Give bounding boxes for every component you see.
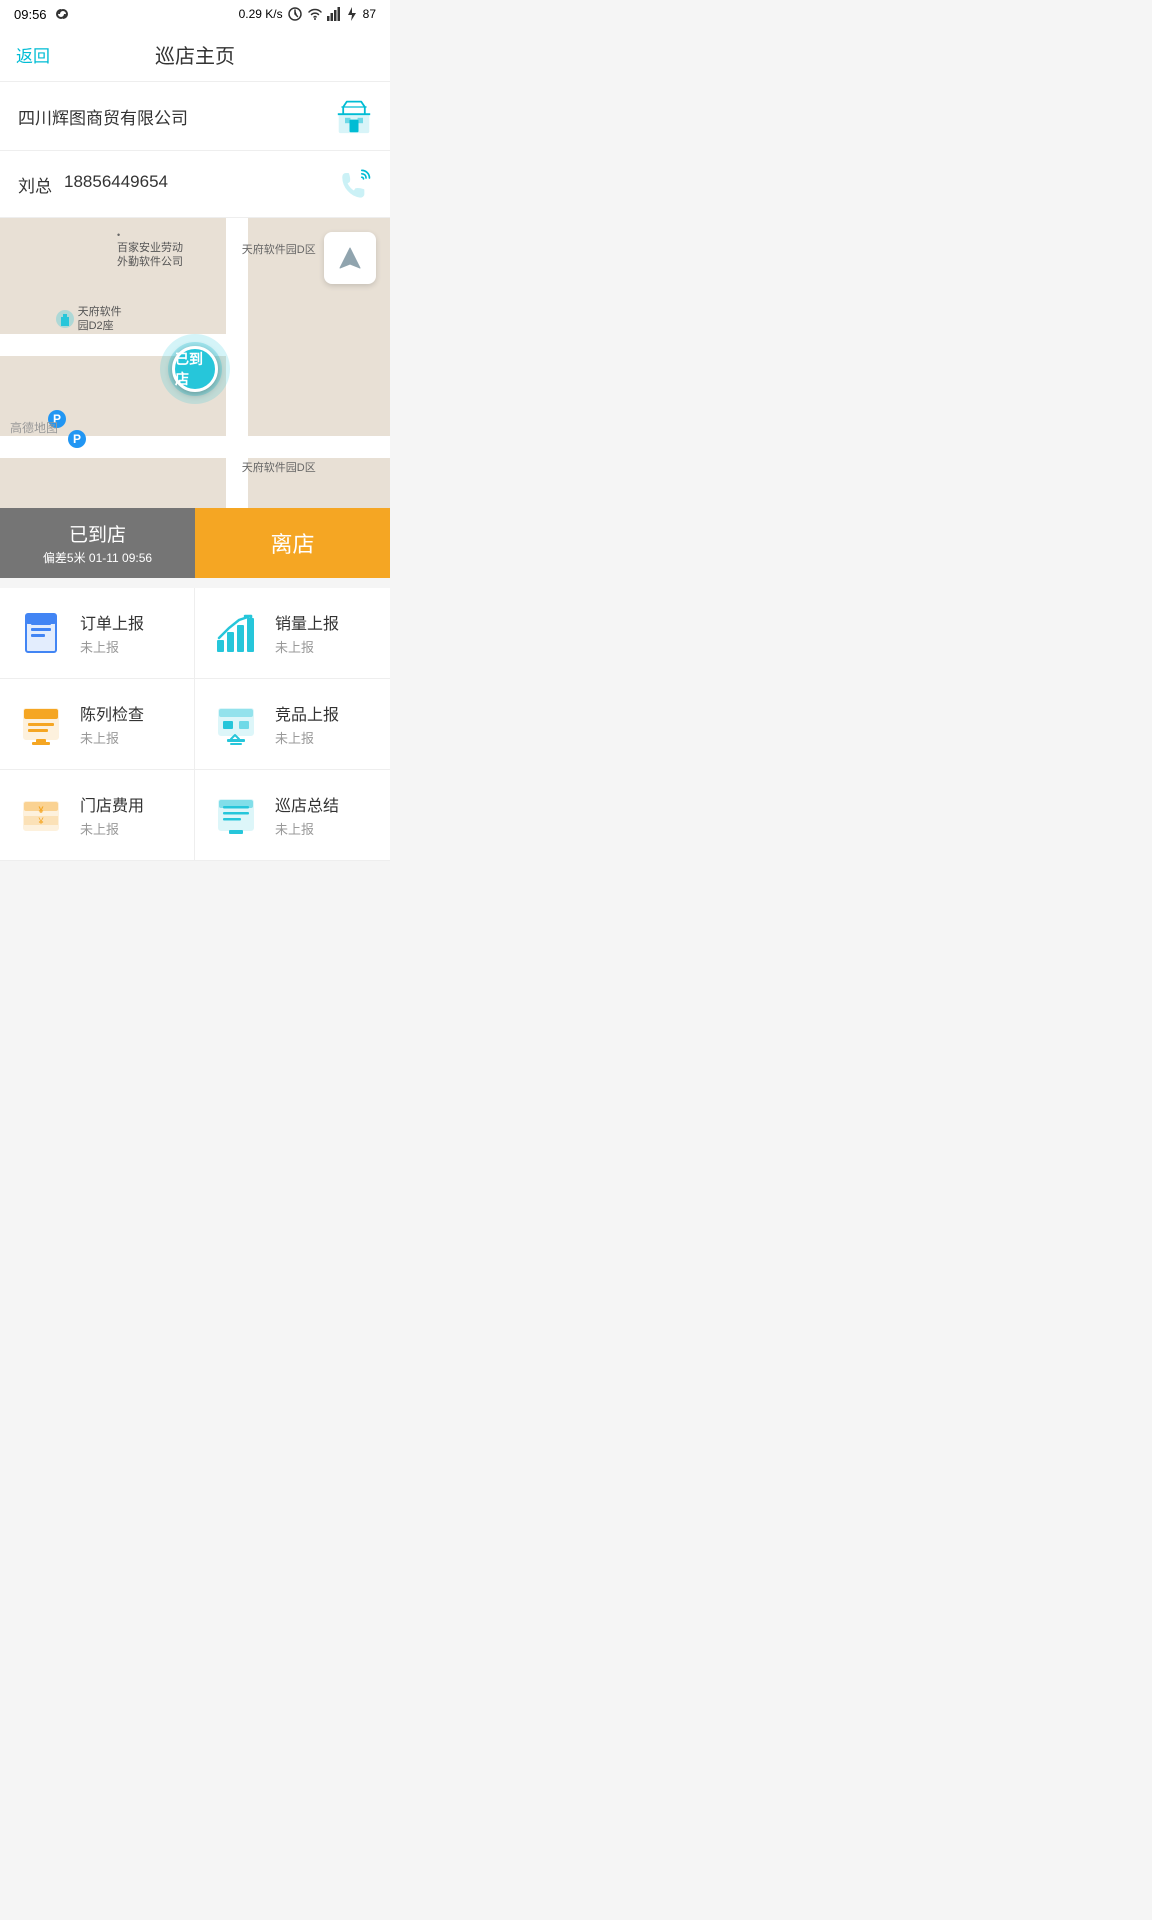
- competitor-status: 未上报: [275, 728, 339, 747]
- summary-text: 巡店总结 未上报: [275, 792, 339, 838]
- contact-info: 刘总 18856449654: [18, 172, 168, 197]
- status-left: 09:56: [14, 7, 72, 22]
- map-poi-waiqin: 百家安业劳动外勤软件公司: [117, 241, 183, 270]
- action-row: 已到店 偏差5米 01-11 09:56 离店: [0, 508, 390, 578]
- contact-section: 刘总 18856449654: [0, 151, 390, 218]
- order-text: 订单上报 未上报: [80, 610, 144, 656]
- svg-text:¥: ¥: [37, 816, 44, 826]
- func-item-cost[interactable]: ¥ ¥ 门店费用 未上报: [0, 770, 195, 861]
- location-marker: 已到店: [160, 334, 230, 404]
- func-item-sales[interactable]: 销量上报 未上报: [195, 588, 390, 679]
- back-button[interactable]: 返回: [16, 42, 50, 67]
- display-status: 未上报: [80, 728, 144, 747]
- summary-status: 未上报: [275, 819, 339, 838]
- sales-status: 未上报: [275, 637, 339, 656]
- speed: 0.29 K/s: [239, 7, 283, 21]
- summary-icon: [213, 792, 259, 838]
- page-title: 巡店主页: [155, 40, 235, 69]
- map-label-tianfu-d: 天府软件园D区: [242, 241, 316, 257]
- company-name: 四川辉图商贸有限公司: [18, 104, 188, 129]
- cost-icon: ¥ ¥: [18, 792, 64, 838]
- order-icon: [18, 610, 64, 656]
- func-item-summary[interactable]: 巡店总结 未上报: [195, 770, 390, 861]
- battery: 87: [363, 7, 376, 21]
- clock-icon: [287, 6, 303, 22]
- time: 09:56: [14, 7, 47, 22]
- competitor-text: 竞品上报 未上报: [275, 701, 339, 747]
- map-background: 天府软件园D区 天府软件园D区 天府软件园D2座 百家安业劳动外勤软件公司 • …: [0, 218, 390, 508]
- status-right: 0.29 K/s 87: [239, 6, 376, 22]
- sales-text: 销量上报 未上报: [275, 610, 339, 656]
- store-icon: [336, 98, 372, 134]
- func-item-competitor[interactable]: 竞品上报 未上报: [195, 679, 390, 770]
- svg-text:¥: ¥: [38, 805, 43, 815]
- display-text: 陈列检查 未上报: [80, 701, 144, 747]
- phone-icon[interactable]: [338, 167, 372, 201]
- road-horizontal: [0, 436, 390, 458]
- top-nav: 返回 巡店主页: [0, 28, 390, 82]
- map-container: 天府软件园D区 天府软件园D区 天府软件园D2座 百家安业劳动外勤软件公司 • …: [0, 218, 390, 508]
- status-bar: 09:56 0.29 K/s 87: [0, 0, 390, 28]
- cost-status: 未上报: [80, 819, 144, 838]
- map-dot: •: [117, 230, 120, 240]
- display-name: 陈列检查: [80, 701, 144, 725]
- company-section: 四川辉图商贸有限公司: [0, 82, 390, 151]
- leave-button[interactable]: 离店: [195, 508, 390, 578]
- signal-icon: [327, 6, 341, 22]
- function-grid: 订单上报 未上报 销量上报 未上报: [0, 588, 390, 861]
- arrived-sub-text: 偏差5米 01-11 09:56: [43, 549, 152, 566]
- marker-arrived: 已到店: [172, 346, 218, 392]
- map-poi-d2: 天府软件园D2座: [55, 305, 122, 334]
- infinity-icon: [52, 7, 72, 21]
- summary-name: 巡店总结: [275, 792, 339, 816]
- arrived-button[interactable]: 已到店 偏差5米 01-11 09:56: [0, 508, 195, 578]
- competitor-name: 竞品上报: [275, 701, 339, 725]
- parking-sign-2: P: [68, 430, 86, 448]
- sales-icon: [213, 610, 259, 656]
- cost-name: 门店费用: [80, 792, 144, 816]
- func-item-display[interactable]: 陈列检查 未上报: [0, 679, 195, 770]
- building-icon: [55, 309, 75, 329]
- navigation-icon: [336, 244, 364, 272]
- wifi-icon: [307, 6, 323, 22]
- navigate-button[interactable]: [324, 232, 376, 284]
- competitor-icon: [213, 701, 259, 747]
- contact-person: 刘总: [18, 172, 52, 197]
- cost-text: 门店费用 未上报: [80, 792, 144, 838]
- display-icon: [18, 701, 64, 747]
- order-status: 未上报: [80, 637, 144, 656]
- order-name: 订单上报: [80, 610, 144, 634]
- contact-phone: 18856449654: [64, 172, 168, 197]
- map-label-tianfu-d2: 天府软件园D区: [242, 459, 316, 475]
- gaode-logo: 高德地图: [10, 419, 58, 436]
- sales-name: 销量上报: [275, 610, 339, 634]
- func-item-order[interactable]: 订单上报 未上报: [0, 588, 195, 679]
- charging-icon: [345, 6, 359, 22]
- arrived-main-text: 已到店: [69, 520, 126, 547]
